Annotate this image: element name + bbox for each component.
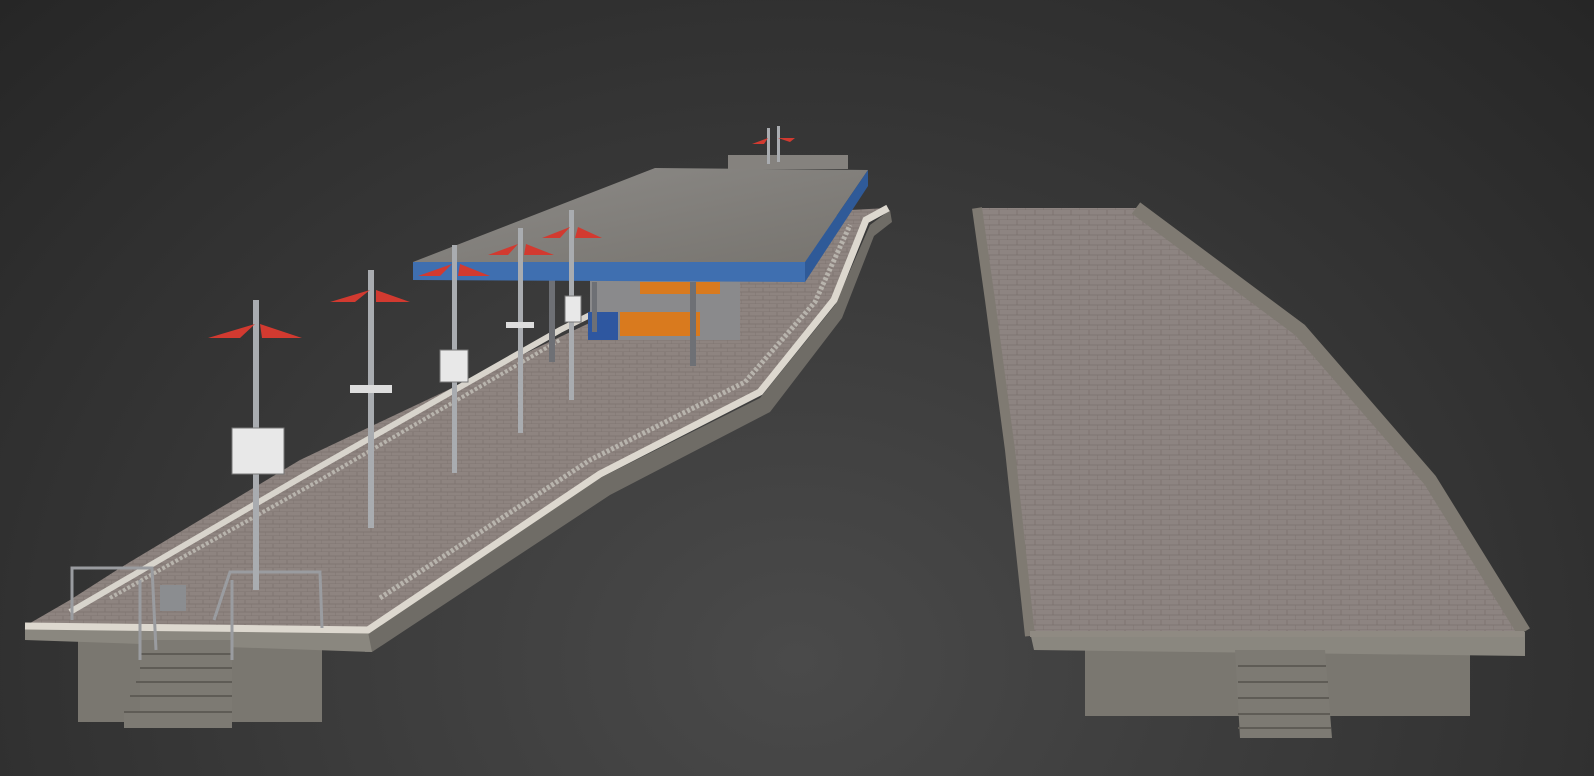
right-platform-stairs <box>1235 650 1332 738</box>
bin <box>160 585 186 611</box>
canopy-roof <box>413 168 868 262</box>
station-name-sign <box>564 295 582 323</box>
station-name-sign <box>231 427 285 475</box>
right-platform <box>972 202 1530 738</box>
station-name-sign <box>439 349 469 383</box>
left-platform <box>24 204 892 728</box>
render-viewport <box>24 126 1530 738</box>
escalator-right <box>620 312 700 336</box>
right-platform-surface <box>977 208 1524 636</box>
stairwell-head <box>728 155 848 169</box>
